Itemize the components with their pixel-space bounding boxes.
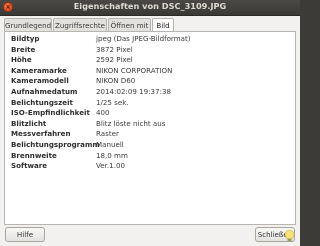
image-properties-panel: Bildtyp jpeg (Das JPEG-Bildformat) Breite… xyxy=(4,31,296,225)
title-bar[interactable]: × Eigenschaften von DSC_3109.JPG xyxy=(0,0,300,16)
property-value: 2014:02:09 19:37:38 xyxy=(96,87,172,96)
property-key: Software xyxy=(11,161,48,171)
property-key: Kameramarke xyxy=(11,65,67,75)
property-key: Brennweite xyxy=(11,150,57,160)
property-key: ISO-Empfindlichkeit xyxy=(11,108,90,118)
property-value: 2592 Pixel xyxy=(96,55,133,65)
property-key: Bildtyp xyxy=(11,34,40,43)
property-value: 1/25 sek. xyxy=(96,97,129,107)
property-key: Belichtungszeit xyxy=(11,97,73,107)
property-value: Ver.1.00 xyxy=(96,161,125,171)
lightbulb-icon xyxy=(284,229,295,241)
properties-dialog: × Eigenschaften von DSC_3109.JPG Grundle… xyxy=(0,0,300,246)
property-value: NIKON CORPORATION xyxy=(96,65,173,75)
property-key: Belichtungsprogramm xyxy=(11,140,100,149)
tab-bild[interactable]: Bild xyxy=(152,18,174,32)
property-key: Kameramodell xyxy=(11,76,69,86)
property-value: Manuell xyxy=(96,140,124,149)
property-key: Aufnahmedatum xyxy=(11,87,78,96)
tab-zugriffsrechte[interactable]: Zugriffsrechte xyxy=(53,18,107,31)
tab-oeffnen-mit[interactable]: Öffnen mit xyxy=(108,18,151,31)
property-value: jpeg (Das JPEG-Bildformat) xyxy=(96,34,191,43)
property-value: NIKON D60 xyxy=(96,76,136,86)
property-key: Breite xyxy=(11,44,36,54)
property-value: 400 xyxy=(96,108,110,118)
property-key: Blitzlicht xyxy=(11,118,47,128)
tab-grundlegend[interactable]: Grundlegend xyxy=(4,18,52,31)
property-value: Blitz löste nicht aus xyxy=(96,118,166,128)
property-value: Raster xyxy=(96,129,119,139)
window-title: Eigenschaften von DSC_3109.JPG xyxy=(73,1,227,11)
property-value: 3872 Pixel xyxy=(96,44,133,54)
property-key: Messverfahren xyxy=(11,129,71,139)
property-value: 18,0 mm xyxy=(96,150,128,160)
property-key: Höhe xyxy=(11,55,32,65)
help-button[interactable]: Hilfe xyxy=(5,227,45,242)
